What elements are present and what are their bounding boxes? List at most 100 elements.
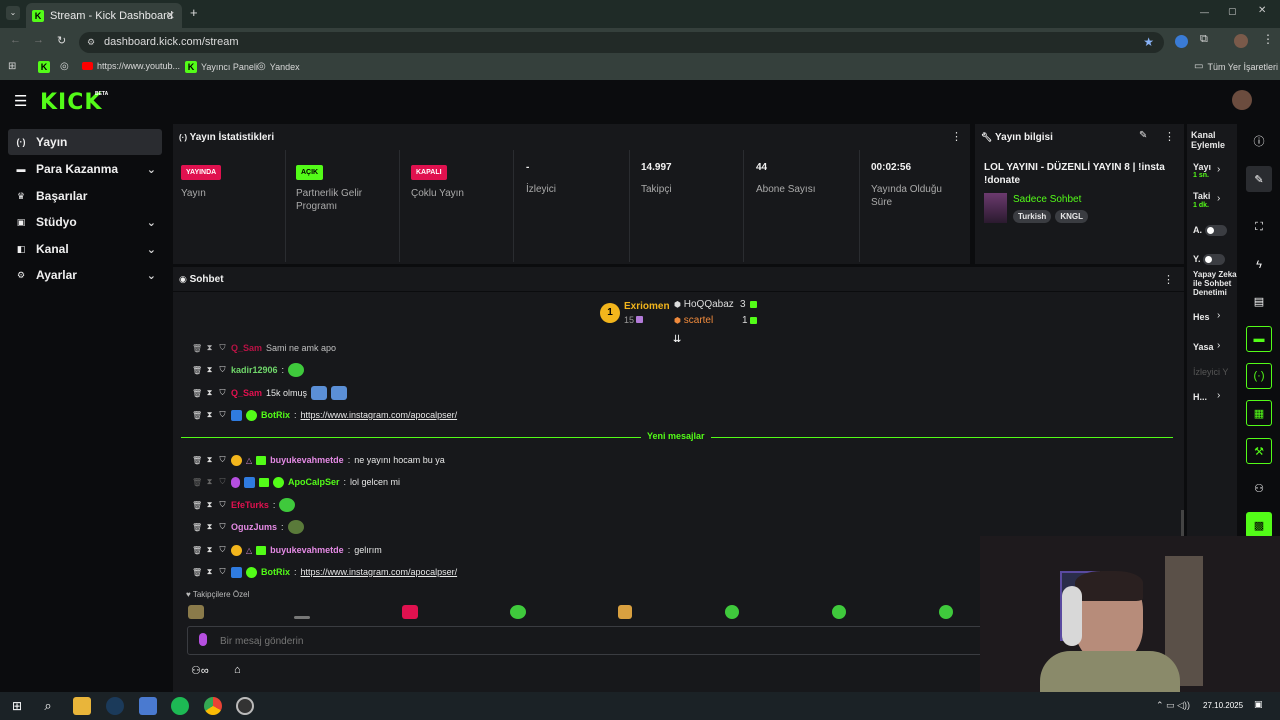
trash-icon[interactable]: 🗑︎: [192, 523, 202, 532]
layout-icon[interactable]: ▦: [1246, 400, 1272, 426]
tag-badge[interactable]: KNGL: [1055, 210, 1088, 223]
ban-icon[interactable]: ⛉: [218, 410, 227, 420]
chat-link[interactable]: https://www.instagram.com/apocalpser/: [301, 567, 458, 577]
lightning-icon[interactable]: ϟ: [1246, 252, 1272, 278]
bookmark-star-icon[interactable]: ★: [1143, 32, 1154, 53]
trash-icon[interactable]: 🗑︎: [192, 389, 202, 398]
trash-icon[interactable]: 🗑︎: [192, 456, 202, 465]
chat-username[interactable]: BotRix: [261, 410, 290, 420]
followers-only-mode[interactable]: ⚇∞: [191, 664, 209, 677]
tag-badge[interactable]: Turkish: [1013, 210, 1052, 223]
info-icon[interactable]: ⓘ: [1246, 128, 1272, 154]
maximize-icon[interactable]: ▢: [1228, 6, 1237, 17]
toggle-switch[interactable]: [1203, 254, 1226, 266]
more-menu-icon[interactable]: ⋮: [1164, 130, 1175, 143]
tab-search-icon[interactable]: ⌄: [6, 6, 20, 20]
chat-username[interactable]: BotRix: [261, 567, 290, 577]
chat-username[interactable]: Q_Sam: [231, 343, 262, 353]
reload-icon[interactable]: ↻: [57, 34, 66, 47]
wrench-icon[interactable]: ⚒: [1246, 438, 1272, 464]
ban-icon[interactable]: ⛉: [218, 343, 227, 353]
spotify-icon[interactable]: [171, 697, 189, 715]
clapper-icon[interactable]: ▩: [1246, 512, 1272, 538]
url-field[interactable]: ⚙ dashboard.kick.com/stream ★: [79, 32, 1164, 53]
minimize-icon[interactable]: —: [1200, 7, 1209, 17]
emote-icon[interactable]: [832, 605, 846, 619]
steam-icon[interactable]: [106, 697, 124, 715]
chat-username[interactable]: EfeTurks: [231, 500, 269, 510]
sidebar-item-basarilar[interactable]: ♛ Başarılar: [8, 183, 162, 209]
ban-icon[interactable]: ⛉: [218, 365, 227, 375]
kanal-item-h[interactable]: H...: [1193, 392, 1207, 402]
trash-icon[interactable]: 🗑︎: [192, 411, 202, 420]
timeout-icon[interactable]: ⧗: [205, 500, 214, 510]
timeout-icon[interactable]: ⧗: [205, 388, 214, 398]
kanal-item-takip[interactable]: Taki: [1193, 191, 1210, 201]
store-app-icon[interactable]: [139, 697, 157, 715]
gifter-name[interactable]: scartel: [684, 315, 713, 326]
category-link[interactable]: Sadece Sohbet: [1013, 194, 1081, 205]
sidebar-item-studyo[interactable]: ▣ Stüdyo ⌄: [8, 209, 162, 235]
more-menu-icon[interactable]: ⋮: [951, 130, 962, 143]
timeout-icon[interactable]: ⧗: [205, 545, 214, 555]
timeout-icon[interactable]: ⧗: [205, 455, 214, 465]
search-icon[interactable]: ⌕: [39, 697, 57, 715]
chat-username[interactable]: buyukevahmetde: [270, 545, 344, 555]
kick-logo[interactable]: KICK: [40, 90, 102, 115]
emote-icon[interactable]: [188, 605, 204, 619]
scroll-down-icon[interactable]: ⇊: [673, 334, 681, 345]
chevron-right-icon[interactable]: ›: [1217, 164, 1220, 175]
fullscreen-icon[interactable]: ⛶: [1246, 214, 1272, 240]
chat-username[interactable]: buyukevahmetde: [270, 455, 344, 465]
store-icon[interactable]: ⌂: [234, 664, 241, 676]
emote-icon[interactable]: [510, 605, 526, 619]
obs-icon[interactable]: [236, 697, 254, 715]
timeout-icon[interactable]: ⧗: [205, 410, 214, 420]
broadcast-icon[interactable]: (·): [1246, 363, 1272, 389]
all-bookmarks[interactable]: ▭ Tüm Yer İşaretleri: [1194, 61, 1278, 72]
system-tray-icons[interactable]: ⌃ ▭ ◁)): [1156, 700, 1190, 711]
new-tab-icon[interactable]: +: [190, 5, 198, 20]
timeout-icon[interactable]: ⧗: [205, 343, 214, 353]
edit-icon[interactable]: ✎: [1139, 130, 1147, 141]
chat-username[interactable]: Q_Sam: [231, 388, 262, 398]
emote-icon[interactable]: [294, 616, 310, 619]
ban-icon[interactable]: ⛉: [218, 522, 227, 532]
sidebar-item-para-kazanma[interactable]: ▬ Para Kazanma ⌄: [8, 156, 162, 182]
extensions-puzzle-icon[interactable]: ⧉: [1200, 33, 1208, 46]
kanal-item-yasak[interactable]: Yasa: [1193, 342, 1214, 352]
edit-icon[interactable]: ✎: [1246, 166, 1272, 192]
ban-icon[interactable]: ⛉: [218, 477, 227, 487]
ban-icon[interactable]: ⛉: [218, 567, 227, 577]
windows-start-icon[interactable]: ⊞: [8, 697, 26, 715]
kanal-item-yayin[interactable]: Yayı: [1193, 162, 1211, 172]
ban-icon[interactable]: ⛉: [218, 388, 227, 398]
trash-icon[interactable]: 🗑︎: [192, 478, 202, 487]
chrome-icon[interactable]: [204, 697, 222, 715]
top-gifter-name[interactable]: Exriomen: [624, 301, 670, 312]
bookmark-youtube[interactable]: https://www.youtub...: [82, 61, 180, 71]
sidebar-item-yayin[interactable]: (·) Yayın: [8, 129, 162, 155]
emote-icon[interactable]: [402, 605, 418, 619]
timeout-icon[interactable]: ⧗: [205, 477, 214, 487]
chat-username[interactable]: OguzJums: [231, 522, 277, 532]
chevron-right-icon[interactable]: ›: [1217, 340, 1220, 351]
toggle-switch[interactable]: [1204, 225, 1227, 237]
chat-icon[interactable]: ▬: [1246, 326, 1272, 352]
timeout-icon[interactable]: ⧗: [205, 522, 214, 532]
sidebar-item-kanal[interactable]: ◧ Kanal ⌄: [8, 236, 162, 262]
trash-icon[interactable]: 🗑︎: [192, 546, 202, 555]
document-icon[interactable]: ▤: [1246, 288, 1272, 314]
chat-message-field[interactable]: [220, 631, 920, 651]
sidebar-item-ayarlar[interactable]: ⚙ Ayarlar ⌄: [8, 262, 162, 288]
back-icon[interactable]: ←: [10, 34, 21, 46]
chat-username[interactable]: ApoCalpSer: [288, 477, 340, 487]
file-explorer-icon[interactable]: [73, 697, 91, 715]
kanal-item-hesap[interactable]: Hes: [1193, 312, 1210, 322]
bookmark-yandex[interactable]: ◎ Yandex: [257, 61, 300, 72]
profile-avatar[interactable]: [1234, 34, 1248, 48]
hamburger-menu-icon[interactable]: ☰: [14, 92, 27, 110]
chat-input[interactable]: [187, 626, 987, 655]
bookmark-kick[interactable]: K: [38, 61, 50, 73]
timeout-icon[interactable]: ⧗: [205, 365, 214, 375]
